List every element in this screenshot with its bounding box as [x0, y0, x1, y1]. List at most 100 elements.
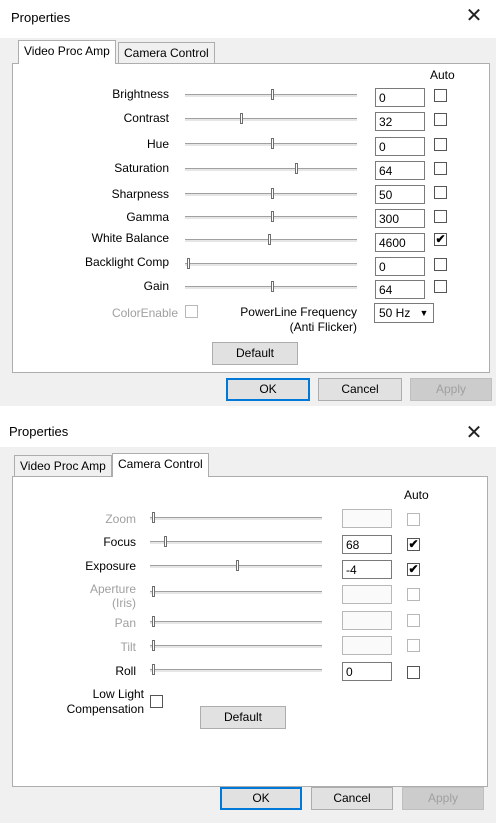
aperture-slider-track	[150, 591, 322, 595]
tilt-slider-thumb	[152, 640, 155, 651]
exposure-label: Exposure	[85, 559, 136, 573]
sharpness-auto-checkbox[interactable]	[434, 186, 447, 199]
brightness-auto-checkbox[interactable]	[434, 89, 447, 102]
saturation-slider-track[interactable]	[185, 168, 357, 172]
backlight-comp-value-field[interactable]: 0	[375, 257, 425, 276]
dialog-title: Properties	[9, 424, 69, 439]
roll-slider-thumb[interactable]	[152, 664, 155, 675]
tab-label: Video Proc Amp	[24, 44, 110, 58]
zoom-label: Zoom	[105, 512, 136, 526]
tab-video-proc-amp[interactable]: Video Proc Amp	[18, 40, 116, 64]
tab-label: Camera Control	[118, 457, 203, 471]
backlight-comp-label: Backlight Comp	[84, 255, 169, 269]
powerline-frequency-select[interactable]: 50 Hz ▼	[374, 303, 434, 323]
tilt-slider-track	[150, 645, 322, 649]
exposure-slider-thumb[interactable]	[236, 560, 239, 571]
hue-value-field[interactable]: 0	[375, 137, 425, 156]
tab-camera-control[interactable]: Camera Control	[118, 42, 215, 64]
white-balance-slider-thumb[interactable]	[268, 234, 271, 245]
contrast-value-field[interactable]: 32	[375, 112, 425, 131]
white-balance-label: White Balance	[91, 231, 169, 245]
exposure-auto-checkbox[interactable]: ✔	[407, 563, 420, 576]
gamma-auto-checkbox[interactable]	[434, 210, 447, 223]
zoom-slider-thumb	[152, 512, 155, 523]
ok-button[interactable]: OK	[226, 378, 310, 401]
pan-label: Pan	[114, 616, 136, 630]
tab-camera-control[interactable]: Camera Control	[112, 453, 209, 477]
pan-slider-track	[150, 621, 322, 625]
tilt-auto-checkbox	[407, 639, 420, 652]
aperture-iris-label: (Iris)	[112, 596, 136, 610]
auto-column-header: Auto	[404, 488, 429, 502]
backlight-comp-auto-checkbox[interactable]	[434, 258, 447, 271]
ok-button[interactable]: OK	[220, 787, 302, 810]
tilt-label: Tilt	[120, 640, 136, 654]
roll-auto-checkbox[interactable]	[407, 666, 420, 679]
gain-value-field[interactable]: 64	[375, 280, 425, 299]
gain-slider-thumb[interactable]	[271, 281, 274, 292]
dialog-title: Properties	[11, 10, 71, 25]
focus-value-field[interactable]: 68	[342, 535, 392, 554]
sharpness-value-field[interactable]: 50	[375, 185, 425, 204]
zoom-slider-track	[150, 517, 322, 521]
focus-slider-thumb[interactable]	[164, 536, 167, 547]
roll-slider-track[interactable]	[150, 669, 322, 673]
saturation-label: Saturation	[114, 161, 169, 175]
contrast-label: Contrast	[123, 111, 169, 125]
close-icon[interactable]: ✕	[462, 421, 486, 445]
white-balance-auto-checkbox[interactable]: ✔	[434, 233, 447, 246]
apply-button: Apply	[410, 378, 492, 401]
focus-auto-checkbox[interactable]: ✔	[407, 538, 420, 551]
cancel-button[interactable]: Cancel	[318, 378, 402, 401]
tab-label: Camera Control	[124, 46, 209, 60]
brightness-value-field[interactable]: 0	[375, 88, 425, 107]
pan-auto-checkbox	[407, 614, 420, 627]
sharpness-label: Sharpness	[111, 187, 169, 201]
pan-value-field	[342, 611, 392, 630]
cancel-button[interactable]: Cancel	[311, 787, 393, 810]
chevron-down-icon[interactable]: ▼	[417, 306, 431, 320]
default-button[interactable]: Default	[212, 342, 298, 365]
aperture-label: Aperture	[89, 582, 136, 596]
gamma-value-field[interactable]: 300	[375, 209, 425, 228]
properties-dialog-camera: Properties ✕ Video Proc Amp Camera Contr…	[0, 415, 496, 823]
gain-auto-checkbox[interactable]	[434, 280, 447, 293]
backlight-comp-slider-track[interactable]	[185, 263, 357, 267]
color-enable-checkbox	[185, 305, 198, 318]
tab-label: Video Proc Amp	[20, 459, 106, 473]
hue-auto-checkbox[interactable]	[434, 138, 447, 151]
focus-slider-track[interactable]	[150, 541, 322, 545]
hue-label: Hue	[146, 137, 169, 151]
tilt-value-field	[342, 636, 392, 655]
white-balance-value-field[interactable]: 4600	[375, 233, 425, 252]
hue-slider-thumb[interactable]	[271, 138, 274, 149]
apply-button: Apply	[402, 787, 484, 810]
gamma-label: Gamma	[126, 210, 169, 224]
zoom-auto-checkbox	[407, 513, 420, 526]
saturation-slider-thumb[interactable]	[295, 163, 298, 174]
low-light-compensation-checkbox[interactable]	[150, 695, 163, 708]
contrast-slider-track[interactable]	[185, 118, 357, 122]
default-button[interactable]: Default	[200, 706, 286, 729]
aperture-slider-thumb	[152, 586, 155, 597]
exposure-value-field[interactable]: -4	[342, 560, 392, 579]
aperture-auto-checkbox	[407, 588, 420, 601]
roll-value-field[interactable]: 0	[342, 662, 392, 681]
contrast-slider-thumb[interactable]	[240, 113, 243, 124]
sharpness-slider-thumb[interactable]	[271, 188, 274, 199]
gamma-slider-thumb[interactable]	[271, 211, 274, 222]
saturation-value-field[interactable]: 64	[375, 161, 425, 180]
focus-label: Focus	[103, 535, 136, 549]
white-balance-slider-track[interactable]	[185, 239, 357, 243]
backlight-comp-slider-thumb[interactable]	[187, 258, 190, 269]
title-bar: Properties ✕	[0, 415, 496, 447]
roll-label: Roll	[115, 664, 136, 678]
saturation-auto-checkbox[interactable]	[434, 162, 447, 175]
close-icon[interactable]: ✕	[462, 4, 486, 28]
low-light-label: Low Light	[92, 687, 144, 701]
tab-video-proc-amp[interactable]: Video Proc Amp	[14, 455, 112, 477]
aperture-value-field	[342, 585, 392, 604]
brightness-slider-thumb[interactable]	[271, 89, 274, 100]
contrast-auto-checkbox[interactable]	[434, 113, 447, 126]
brightness-label: Brightness	[112, 87, 169, 101]
